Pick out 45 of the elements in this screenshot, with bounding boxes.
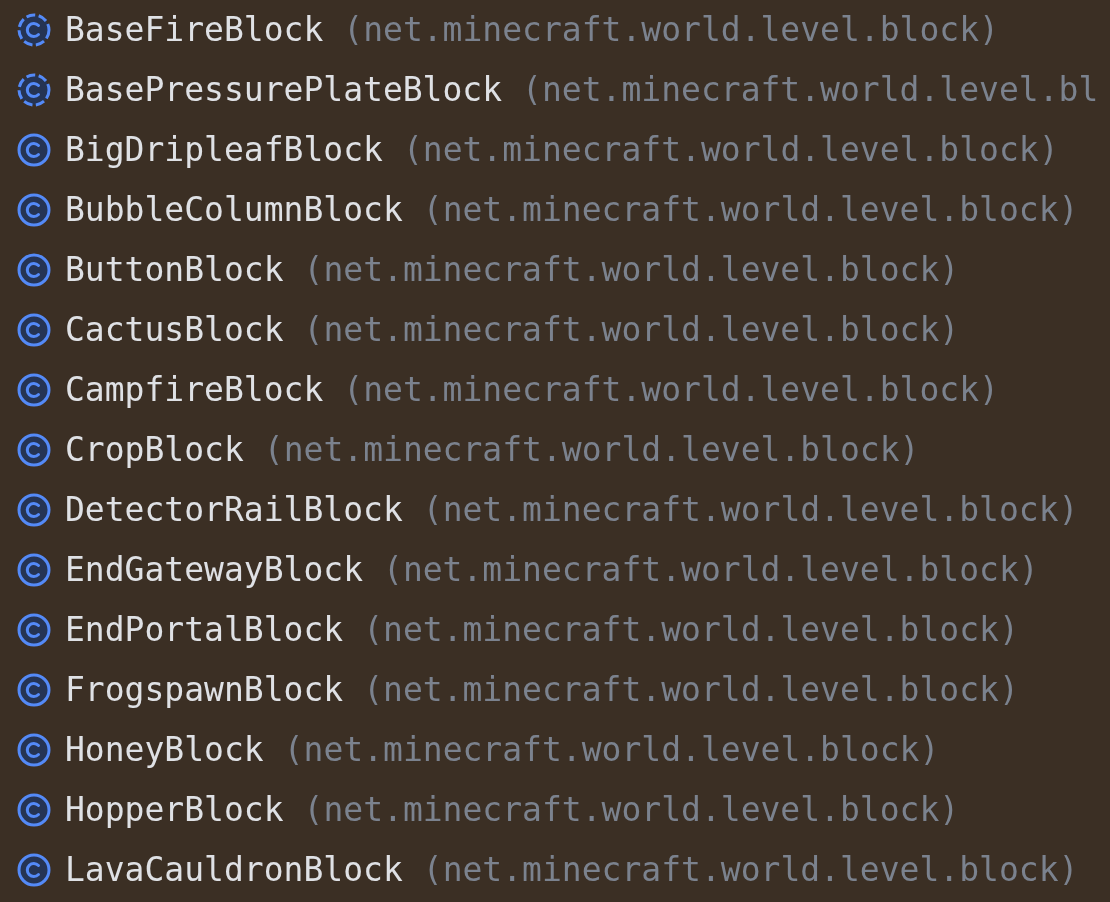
class-name[interactable]: CactusBlock: [65, 310, 284, 350]
class-name[interactable]: CampfireBlock: [65, 370, 324, 410]
class-icon: [17, 853, 51, 887]
package-name: (net.minecraft.world.level.block): [363, 670, 1019, 710]
package-name: (net.minecraft.world.level.block): [422, 190, 1079, 230]
class-icon: [17, 793, 51, 827]
class-name[interactable]: FrogspawnBlock: [65, 670, 344, 710]
class-icon: [17, 133, 51, 167]
class-name[interactable]: EndGatewayBlock: [65, 550, 363, 590]
package-name: (net.minecraft.world.level.block): [422, 490, 1079, 530]
class-icon: [17, 13, 51, 47]
class-icon: [17, 73, 51, 107]
package-name: (net.minecraft.world.level.bl: [522, 70, 1099, 110]
package-name: (net.minecraft.world.level.block): [383, 550, 1039, 590]
package-name: (net.minecraft.world.level.block): [343, 10, 999, 50]
class-icon: [17, 313, 51, 347]
class-icon: [17, 193, 51, 227]
package-name: (net.minecraft.world.level.block): [343, 370, 999, 410]
class-name[interactable]: ButtonBlock: [65, 250, 284, 290]
package-name: (net.minecraft.world.level.block): [422, 850, 1079, 890]
class-icon: [17, 733, 51, 767]
class-name[interactable]: HopperBlock: [65, 790, 284, 830]
class-name[interactable]: BaseFireBlock: [65, 10, 324, 50]
class-icon: [17, 553, 51, 587]
package-name: (net.minecraft.world.level.block): [303, 250, 960, 290]
class-name[interactable]: LavaCauldronBlock: [65, 850, 403, 890]
class-name[interactable]: BasePressurePlateBlock: [65, 70, 503, 110]
package-name: (net.minecraft.world.level.block): [303, 310, 960, 350]
package-name: (net.minecraft.world.level.block): [283, 730, 940, 770]
class-name[interactable]: HoneyBlock: [65, 730, 264, 770]
class-name[interactable]: CropBlock: [65, 430, 244, 470]
class-name[interactable]: BubbleColumnBlock: [65, 190, 403, 230]
package-name: (net.minecraft.world.level.block): [402, 130, 1059, 170]
class-icon: [17, 253, 51, 287]
package-name: (net.minecraft.world.level.block): [363, 610, 1019, 650]
class-icon: [17, 373, 51, 407]
class-icon: [17, 493, 51, 527]
class-icon: [17, 613, 51, 647]
package-name: (net.minecraft.world.level.block): [263, 430, 920, 470]
class-name[interactable]: BigDripleafBlock: [65, 130, 383, 170]
package-name: (net.minecraft.world.level.block): [303, 790, 960, 830]
class-name[interactable]: DetectorRailBlock: [65, 490, 403, 530]
class-icon: [17, 673, 51, 707]
class-name[interactable]: EndPortalBlock: [65, 610, 344, 650]
class-icon: [17, 433, 51, 467]
